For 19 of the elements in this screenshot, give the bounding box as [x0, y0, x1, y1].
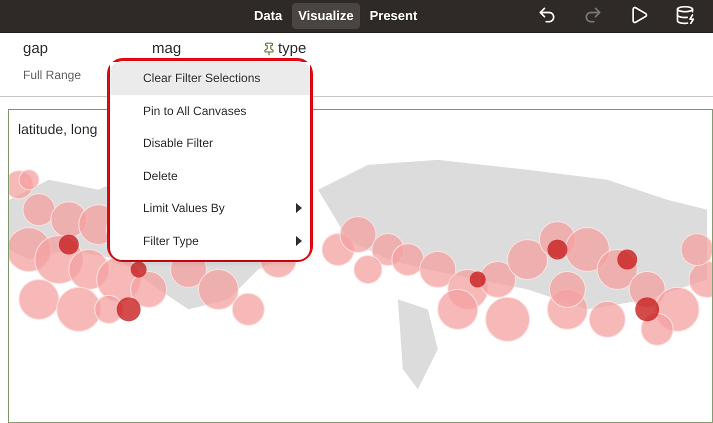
database-icon[interactable] — [675, 5, 695, 25]
undo-icon[interactable] — [537, 5, 557, 25]
menu-item[interactable]: Limit Values By — [110, 192, 310, 224]
pin-icon[interactable] — [262, 42, 276, 56]
toolbar-tab[interactable]: Visualize — [292, 3, 360, 29]
visualization-title: latitude, long — [18, 120, 98, 139]
menu-item[interactable]: Clear Filter Selections — [110, 62, 310, 94]
submenu-arrow-icon — [296, 203, 302, 214]
submenu-arrow-icon — [296, 236, 302, 246]
menu-item[interactable]: Pin to All Canvases — [110, 94, 310, 127]
toolbar-tab[interactable]: Present — [364, 3, 424, 29]
filter-name[interactable]: gap — [23, 40, 48, 58]
redo-icon[interactable] — [583, 5, 603, 25]
menu-item[interactable]: Filter Type — [110, 224, 310, 257]
filter-name[interactable]: type — [278, 40, 306, 58]
filter-name[interactable]: mag — [152, 40, 182, 58]
menu-item[interactable]: Delete — [110, 160, 310, 192]
toolbar-tab[interactable]: Data — [248, 3, 288, 29]
menu-item[interactable]: Disable Filter — [110, 127, 310, 160]
